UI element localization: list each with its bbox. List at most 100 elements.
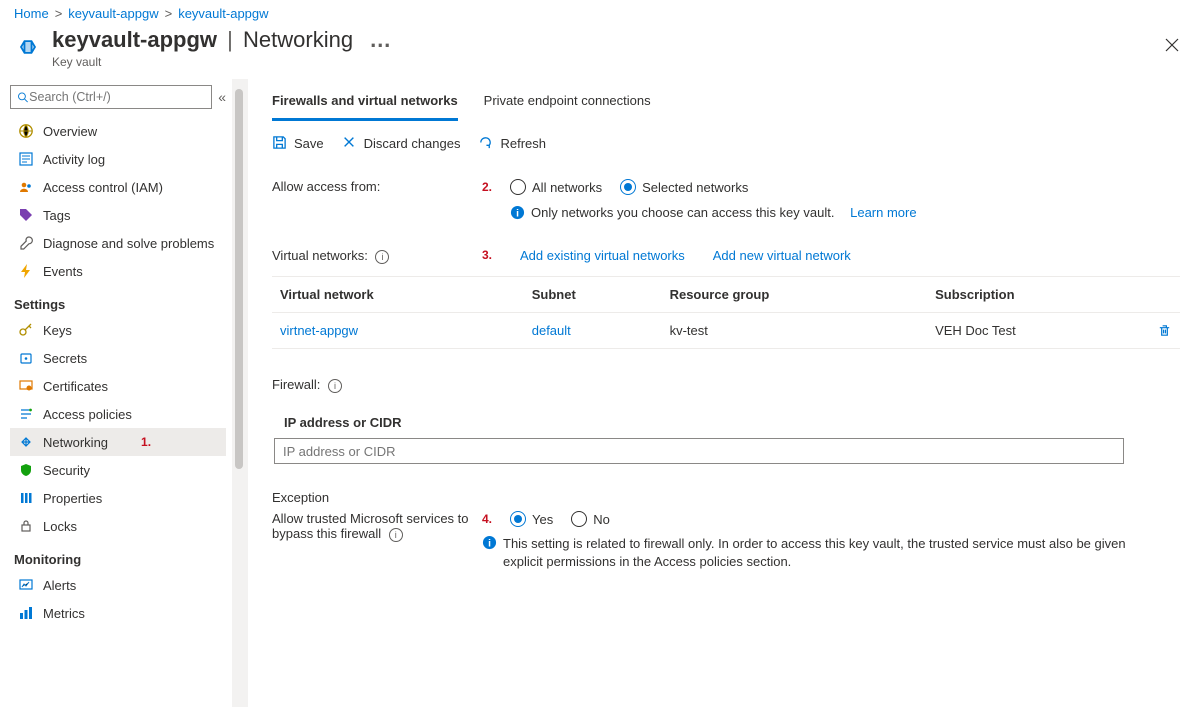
radio-all-networks[interactable]: All networks	[510, 179, 602, 195]
sidebar-item-events[interactable]: Events	[10, 257, 226, 285]
bolt-icon	[18, 263, 34, 279]
ip-input[interactable]	[274, 438, 1124, 464]
exception-heading: Exception	[272, 490, 1180, 505]
sidebar-item-properties[interactable]: Properties	[10, 484, 226, 512]
add-new-vnet-link[interactable]: Add new virtual network	[713, 248, 851, 263]
refresh-icon	[478, 135, 494, 151]
sidebar-heading-monitoring: Monitoring	[10, 540, 226, 571]
annotation-4: 4.	[482, 512, 492, 526]
col-subnet[interactable]: Subnet	[524, 277, 662, 313]
annotation-2: 2.	[482, 180, 492, 194]
crumb-resource-group[interactable]: keyvault-appgw	[68, 6, 158, 21]
learn-more-link[interactable]: Learn more	[850, 205, 916, 220]
help-icon[interactable]: i	[375, 250, 389, 264]
tab-private-endpoint[interactable]: Private endpoint connections	[484, 87, 651, 121]
page-title: keyvault-appgw | Networking …	[52, 27, 391, 53]
alert-icon	[18, 577, 34, 593]
col-resource-group[interactable]: Resource group	[662, 277, 928, 313]
crumb-home[interactable]: Home	[14, 6, 49, 21]
sidebar-item-secrets[interactable]: Secrets	[10, 344, 226, 372]
sidebar: « Overview Activity log Access control (…	[0, 79, 248, 707]
properties-icon	[18, 490, 34, 506]
svg-text:i: i	[488, 538, 491, 549]
tag-icon	[18, 207, 34, 223]
sidebar-item-metrics[interactable]: Metrics	[10, 599, 226, 627]
sidebar-item-access-policies[interactable]: Access policies	[10, 400, 226, 428]
delete-row-button[interactable]	[1157, 323, 1172, 338]
cell-rg: kv-test	[662, 313, 928, 349]
save-icon	[272, 135, 288, 151]
allow-access-label: Allow access from:	[272, 179, 482, 194]
sidebar-item-overview[interactable]: Overview	[10, 117, 226, 145]
people-icon	[18, 179, 34, 195]
globe-icon	[18, 123, 34, 139]
networking-icon	[18, 434, 34, 450]
table-row: virtnet-appgw default kv-test VEH Doc Te…	[272, 313, 1180, 349]
shield-icon	[18, 462, 34, 478]
firewall-label: Firewall: i	[272, 377, 1180, 393]
metrics-icon	[18, 605, 34, 621]
main-content: Firewalls and virtual networks Private e…	[248, 79, 1200, 707]
sidebar-item-activity-log[interactable]: Activity log	[10, 145, 226, 173]
vnet-table: Virtual network Subnet Resource group Su…	[272, 276, 1180, 349]
subnet-link[interactable]: default	[532, 323, 571, 338]
secret-icon	[18, 350, 34, 366]
vnet-link[interactable]: virtnet-appgw	[280, 323, 358, 338]
add-existing-vnet-link[interactable]: Add existing virtual networks	[520, 248, 685, 263]
cell-sub: VEH Doc Test	[927, 313, 1149, 349]
save-button[interactable]: Save	[272, 135, 324, 151]
close-button[interactable]	[1164, 37, 1182, 55]
page-header: keyvault-appgw | Networking … Key vault	[0, 23, 1200, 79]
sidebar-scrollbar[interactable]	[232, 79, 248, 707]
sidebar-item-certificates[interactable]: Certificates	[10, 372, 226, 400]
wrench-icon	[18, 235, 34, 251]
bypass-firewall-label: Allow trusted Microsoft services to bypa…	[272, 511, 482, 542]
discard-button[interactable]: Discard changes	[342, 135, 461, 151]
key-vault-icon	[14, 33, 42, 61]
radio-selected-networks[interactable]: Selected networks	[620, 179, 748, 195]
sidebar-item-diagnose[interactable]: Diagnose and solve problems	[10, 229, 226, 257]
radio-bypass-no[interactable]: No	[571, 511, 610, 527]
key-icon	[18, 322, 34, 338]
bypass-note: This setting is related to firewall only…	[503, 535, 1142, 571]
policy-icon	[18, 406, 34, 422]
breadcrumb: Home > keyvault-appgw > keyvault-appgw	[0, 0, 1200, 23]
collapse-sidebar-button[interactable]: «	[218, 89, 226, 105]
command-bar: Save Discard changes Refresh	[272, 135, 1180, 151]
sidebar-item-security[interactable]: Security	[10, 456, 226, 484]
ip-col-header: IP address or CIDR	[272, 407, 1180, 438]
access-info-text: Only networks you choose can access this…	[531, 205, 834, 220]
search-input[interactable]	[10, 85, 212, 109]
info-icon: i	[510, 205, 525, 220]
sidebar-item-networking[interactable]: Networking1.	[10, 428, 226, 456]
crumb-resource[interactable]: keyvault-appgw	[178, 6, 268, 21]
help-icon[interactable]: i	[328, 379, 342, 393]
col-subscription[interactable]: Subscription	[927, 277, 1149, 313]
resource-type-label: Key vault	[52, 55, 391, 69]
sidebar-item-iam[interactable]: Access control (IAM)	[10, 173, 226, 201]
more-button[interactable]: …	[369, 27, 391, 53]
tab-firewalls[interactable]: Firewalls and virtual networks	[272, 87, 458, 121]
certificate-icon	[18, 378, 34, 394]
chevron-right-icon: >	[165, 6, 173, 21]
lock-icon	[18, 518, 34, 534]
col-virtual-network[interactable]: Virtual network	[272, 277, 524, 313]
chevron-right-icon: >	[55, 6, 63, 21]
svg-text:i: i	[516, 208, 519, 219]
sidebar-item-keys[interactable]: Keys	[10, 316, 226, 344]
close-icon	[342, 135, 358, 151]
virtual-networks-label: Virtual networks: i	[272, 248, 482, 264]
sidebar-item-locks[interactable]: Locks	[10, 512, 226, 540]
annotation-3: 3.	[482, 248, 492, 263]
tablist: Firewalls and virtual networks Private e…	[272, 87, 1180, 121]
annotation-1: 1.	[141, 435, 151, 449]
search-icon	[17, 91, 29, 104]
info-icon: i	[482, 535, 497, 550]
sidebar-item-tags[interactable]: Tags	[10, 201, 226, 229]
sidebar-item-alerts[interactable]: Alerts	[10, 571, 226, 599]
refresh-button[interactable]: Refresh	[478, 135, 546, 151]
help-icon[interactable]: i	[389, 528, 403, 542]
sidebar-heading-settings: Settings	[10, 285, 226, 316]
log-icon	[18, 151, 34, 167]
radio-bypass-yes[interactable]: Yes	[510, 511, 553, 527]
